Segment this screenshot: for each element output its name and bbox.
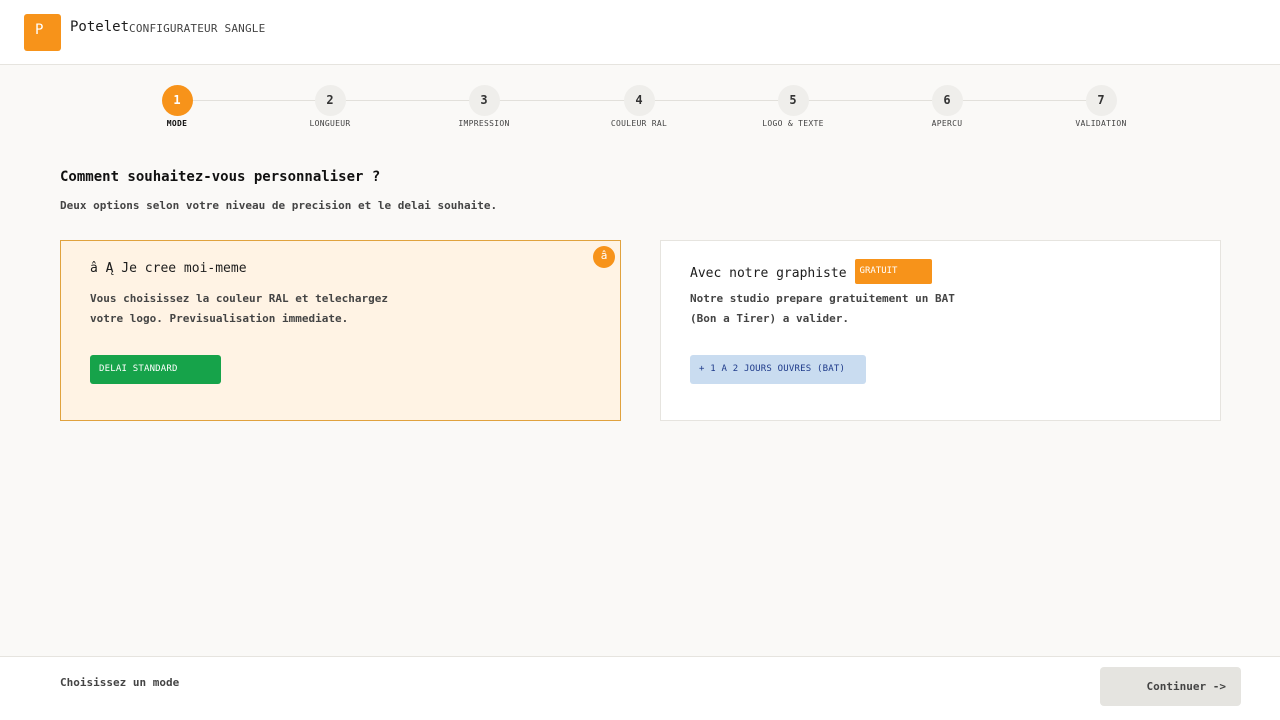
step-number: 3 (468, 85, 500, 116)
footer-status: Choisissez un mode (60, 676, 180, 689)
step-number: 5 (777, 85, 809, 116)
step-label: VALIDATION (1075, 119, 1127, 128)
continue-button[interactable]: Continuer -> (1100, 667, 1241, 706)
page-title: Comment souhaitez-vous personnaliser ? (60, 169, 381, 185)
app-header: P Potelet CONFIGURATEUR SANGLE (0, 0, 1280, 65)
step-label: LOGO & TEXTE (762, 119, 824, 128)
delay-tag: + 1 A 2 JOURS OUVRES (BAT) (690, 355, 866, 384)
brand-name: Potelet (70, 19, 130, 35)
footer-bar: Choisissez un mode Continuer -> (0, 656, 1280, 720)
option-title-wrap: Avec notre graphiste GRATUIT (690, 259, 932, 286)
option-card-self[interactable]: â Ą Je cree moi-meme â Vous choisissez l… (60, 240, 621, 421)
selected-check-icon: â (593, 246, 615, 268)
step-number: 1 (161, 85, 193, 116)
description-line: votre logo. Previsualisation immediate. (90, 312, 349, 325)
step-validation[interactable]: 7 VALIDATION (1046, 85, 1156, 128)
brand-subtitle: CONFIGURATEUR SANGLE (129, 22, 266, 35)
step-longueur[interactable]: 2 LONGUEUR (275, 85, 385, 128)
option-title: â Ą Je cree moi-meme (90, 261, 247, 276)
delay-tag: DELAI STANDARD (90, 355, 221, 384)
step-apercu[interactable]: 6 APERCU (892, 85, 1002, 128)
step-label: LONGUEUR (309, 119, 351, 128)
description-line: (Bon a Tirer) a valider. (690, 312, 849, 325)
option-card-designer[interactable]: Avec notre graphiste GRATUIT Notre studio… (660, 240, 1221, 421)
option-description: Vous choisissez la couleur RAL et telech… (90, 289, 450, 329)
step-mode[interactable]: 1 MODE (122, 85, 232, 128)
step-impression[interactable]: 3 IMPRESSION (429, 85, 539, 128)
step-label: IMPRESSION (458, 119, 510, 128)
step-number: 2 (314, 85, 346, 116)
progress-stepper: 1 MODE 2 LONGUEUR 3 IMPRESSION 4 COULEUR… (0, 85, 1280, 135)
option-description: Notre studio prepare gratuitement un BAT… (690, 289, 1050, 329)
description-line: Notre studio prepare gratuitement un BAT (690, 292, 955, 305)
option-title: Avec notre graphiste (690, 266, 847, 281)
step-label: MODE (166, 119, 188, 128)
step-couleur-ral[interactable]: 4 COULEUR RAL (584, 85, 694, 128)
step-logo-texte[interactable]: 5 LOGO & TEXTE (738, 85, 848, 128)
brand-logo: P (24, 14, 61, 51)
step-number: 6 (931, 85, 963, 116)
step-label: COULEUR RAL (610, 119, 668, 128)
free-badge: GRATUIT (854, 259, 932, 284)
step-label: APERCU (931, 119, 963, 128)
description-line: Vous choisissez la couleur RAL et telech… (90, 292, 389, 305)
step-number: 4 (623, 85, 655, 116)
page-subtitle: Deux options selon votre niveau de preci… (60, 199, 498, 212)
step-number: 7 (1085, 85, 1117, 116)
